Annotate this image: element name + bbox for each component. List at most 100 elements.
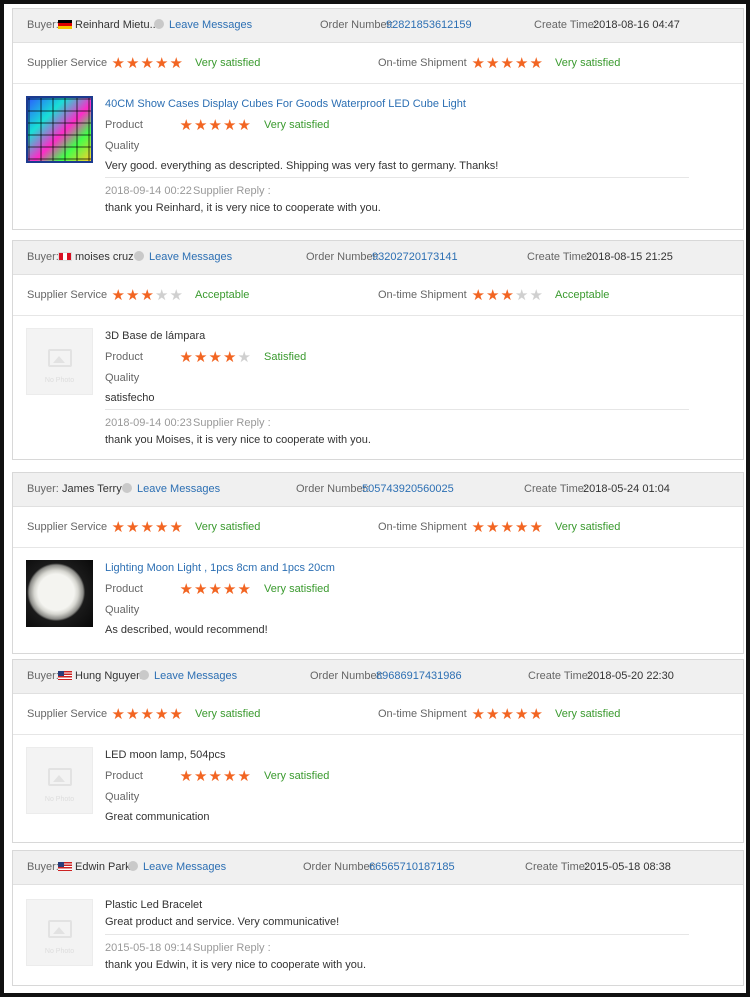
- supplier-service-label: Supplier Service: [27, 57, 108, 69]
- usa-flag-icon: [58, 862, 72, 871]
- leave-messages-link[interactable]: Leave Messages: [129, 241, 232, 274]
- review-card: Buyer: Reinhard Mietu... Leave Messages …: [12, 8, 744, 230]
- product-label: Product: [105, 583, 143, 595]
- buyer-name: Reinhard Mietu...: [58, 9, 159, 42]
- star-filled-icon: ★: [237, 116, 251, 134]
- star-empty-icon: ★: [515, 286, 529, 304]
- message-icon: [128, 861, 138, 871]
- feedback-list: Buyer: Reinhard Mietu... Leave Messages …: [4, 4, 746, 993]
- create-time-value: 2018-08-16 04:47: [593, 19, 680, 31]
- germany-flag-icon: [58, 20, 72, 29]
- star-filled-icon: ★: [500, 286, 514, 304]
- star-filled-icon: ★: [471, 518, 485, 536]
- order-number-link[interactable]: 505743920560025: [362, 473, 454, 506]
- star-filled-icon: ★: [111, 518, 125, 536]
- order-number-link[interactable]: 66565710187185: [369, 851, 455, 884]
- product-rating-text: Very satisfied: [264, 119, 330, 131]
- buyer-name: Edwin Park: [58, 851, 131, 884]
- no-photo-placeholder: No Photo: [26, 899, 93, 966]
- ontime-shipment-rating-text: Very satisfied: [555, 708, 621, 720]
- supplier-service-stars: ★★★★★: [111, 54, 184, 72]
- product-thumbnail[interactable]: [26, 96, 93, 163]
- create-time-value: 2018-05-20 22:30: [587, 670, 674, 682]
- buyer-label: Buyer:: [27, 251, 59, 263]
- reply-time: 2018-09-14 00:23: [105, 417, 192, 429]
- star-filled-icon: ★: [515, 54, 529, 72]
- star-filled-icon: ★: [155, 54, 169, 72]
- supplier-service-label: Supplier Service: [27, 289, 108, 301]
- supplier-service-rating-text: Acceptable: [195, 289, 250, 301]
- ontime-shipment-stars: ★★★★★: [471, 54, 544, 72]
- star-empty-icon: ★: [169, 286, 183, 304]
- star-filled-icon: ★: [169, 705, 183, 723]
- review-card: Buyer: James Terry Leave Messages Order …: [12, 472, 744, 654]
- service-ratings: Supplier Service ★★★★★ Very satisfied On…: [13, 694, 743, 735]
- order-number-label: Order Number:: [310, 670, 384, 682]
- star-filled-icon: ★: [169, 518, 183, 536]
- star-filled-icon: ★: [208, 767, 222, 785]
- order-number-link[interactable]: 92821853612159: [386, 9, 472, 42]
- star-filled-icon: ★: [500, 705, 514, 723]
- quality-label: Quality: [105, 140, 140, 152]
- quality-label: Quality: [105, 791, 140, 803]
- leave-messages-link[interactable]: Leave Messages: [123, 851, 226, 884]
- no-photo-text: No Photo: [44, 796, 75, 803]
- product-rating-text: Very satisfied: [264, 583, 330, 595]
- leave-messages-link[interactable]: Leave Messages: [149, 9, 252, 42]
- star-filled-icon: ★: [111, 705, 125, 723]
- product-thumbnail[interactable]: [26, 560, 93, 627]
- product-label: Product: [105, 119, 143, 131]
- star-filled-icon: ★: [486, 286, 500, 304]
- buyer-name: James Terry: [62, 483, 122, 495]
- leave-messages-link[interactable]: Leave Messages: [117, 473, 220, 506]
- star-filled-icon: ★: [155, 705, 169, 723]
- ontime-shipment-stars: ★★★★★: [471, 286, 544, 304]
- product-title-link[interactable]: Lighting Moon Light , 1pcs 8cm and 1pcs …: [105, 562, 335, 574]
- ontime-shipment-label: On-time Shipment: [378, 57, 467, 69]
- product-title: 3D Base de lámpara: [105, 330, 206, 342]
- star-filled-icon: ★: [515, 705, 529, 723]
- quality-label: Quality: [105, 372, 140, 384]
- star-filled-icon: ★: [179, 116, 193, 134]
- product-rating-text: Satisfied: [264, 351, 307, 363]
- star-filled-icon: ★: [486, 705, 500, 723]
- star-filled-icon: ★: [486, 54, 500, 72]
- star-filled-icon: ★: [500, 518, 514, 536]
- buyer-label: Buyer:: [27, 19, 59, 31]
- review-header: Buyer: James Terry Leave Messages Order …: [13, 473, 743, 507]
- star-filled-icon: ★: [126, 518, 140, 536]
- supplier-reply-text: thank you Edwin, it is very nice to coop…: [105, 959, 367, 971]
- product-title-link[interactable]: 40CM Show Cases Display Cubes For Goods …: [105, 98, 466, 110]
- product-label: Product: [105, 770, 143, 782]
- supplier-service-rating-text: Very satisfied: [195, 521, 261, 533]
- star-filled-icon: ★: [111, 54, 125, 72]
- order-number-link[interactable]: 89686917431986: [376, 660, 462, 693]
- supplier-reply-label: Supplier Reply :: [193, 185, 271, 197]
- star-filled-icon: ★: [486, 518, 500, 536]
- ontime-shipment-rating-text: Very satisfied: [555, 521, 621, 533]
- image-placeholder-icon: [48, 920, 72, 938]
- ontime-shipment-rating-text: Acceptable: [555, 289, 610, 301]
- order-number-link[interactable]: 93202720173141: [372, 241, 458, 274]
- star-filled-icon: ★: [179, 580, 193, 598]
- star-empty-icon: ★: [529, 286, 543, 304]
- review-card: Buyer: moises cruz Leave Messages Order …: [12, 240, 744, 460]
- star-filled-icon: ★: [500, 54, 514, 72]
- create-time-label: Create Time:: [528, 670, 591, 682]
- product-stars: ★★★★★: [179, 116, 252, 134]
- no-photo-placeholder: No Photo: [26, 328, 93, 395]
- review-comment: As described, would recommend!: [105, 624, 268, 636]
- divider: [105, 409, 689, 410]
- create-time-label: Create Time:: [534, 19, 597, 31]
- no-photo-text: No Photo: [44, 377, 75, 384]
- supplier-service-rating-text: Very satisfied: [195, 57, 261, 69]
- supplier-reply-text: thank you Reinhard, it is very nice to c…: [105, 202, 381, 214]
- supplier-service-stars: ★★★★★: [111, 518, 184, 536]
- message-icon: [134, 251, 144, 261]
- supplier-service-stars: ★★★★★: [111, 286, 184, 304]
- leave-messages-link[interactable]: Leave Messages: [134, 660, 237, 693]
- star-filled-icon: ★: [140, 286, 154, 304]
- product-stars: ★★★★★: [179, 348, 252, 366]
- image-placeholder-icon: [48, 349, 72, 367]
- usa-flag-icon: [58, 671, 72, 680]
